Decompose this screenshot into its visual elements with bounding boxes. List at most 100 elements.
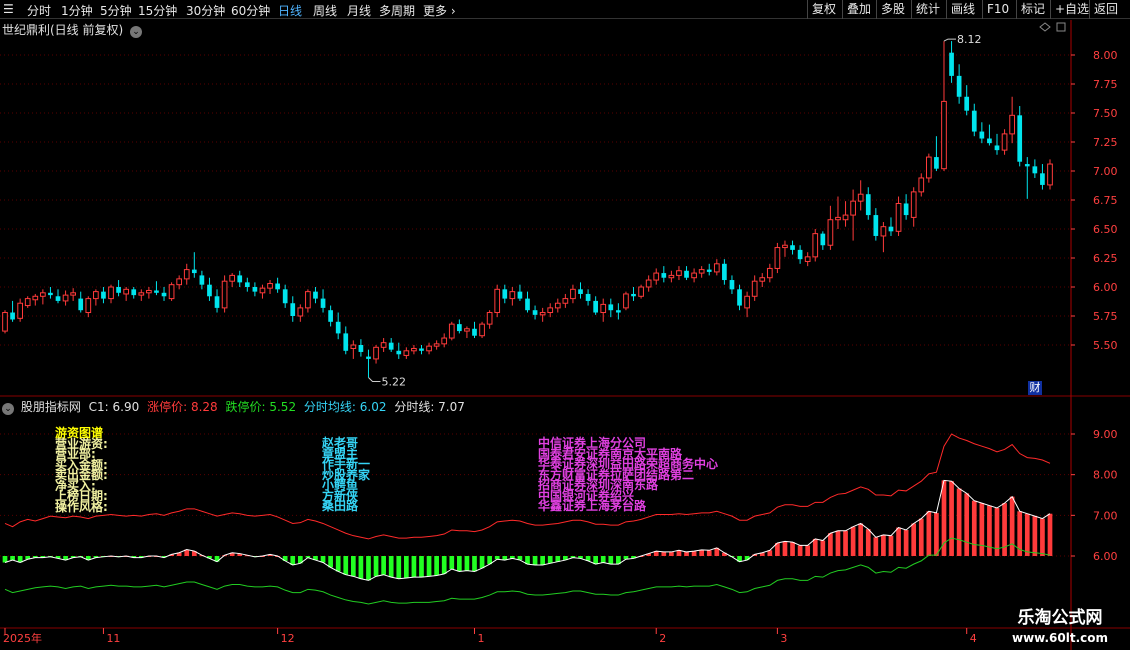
indicator-bar-48 bbox=[366, 556, 371, 581]
candle-body-60 bbox=[457, 324, 462, 332]
candle-body-127 bbox=[964, 96, 970, 111]
candle-body-35 bbox=[267, 283, 273, 289]
candle-body-134 bbox=[1017, 115, 1023, 162]
candle-body-56 bbox=[426, 345, 432, 352]
indicator-bar-129 bbox=[979, 503, 985, 556]
candle-body-102 bbox=[774, 247, 781, 269]
candle-body-104 bbox=[790, 245, 795, 250]
indicator-bar-133 bbox=[1009, 496, 1015, 556]
indicator-bar-113 bbox=[858, 523, 864, 556]
indicator-bar-93 bbox=[706, 550, 712, 556]
candle-body-39 bbox=[297, 307, 304, 317]
ind-tick-label-3: 9.00 bbox=[1093, 428, 1118, 441]
candle-body-0 bbox=[2, 312, 8, 332]
candle-body-74 bbox=[562, 298, 569, 304]
candle-body-76 bbox=[578, 289, 583, 294]
main-tick-label-4: 6.50 bbox=[1093, 223, 1118, 236]
candle-body-110 bbox=[835, 216, 841, 221]
ind-tick-label-0: 6.00 bbox=[1093, 550, 1118, 563]
candle-body-45 bbox=[343, 333, 349, 351]
candle-body-6 bbox=[48, 292, 53, 296]
candle-body-131 bbox=[994, 145, 1000, 151]
candle-body-4 bbox=[32, 295, 39, 301]
candle-body-97 bbox=[737, 289, 742, 306]
indicator-bar-90 bbox=[684, 551, 689, 556]
main-tick-label-10: 8.00 bbox=[1093, 49, 1118, 62]
indicator-bar-116 bbox=[881, 534, 886, 556]
candle-body-78 bbox=[593, 300, 598, 313]
annotation-pointer-0 bbox=[943, 38, 956, 42]
candle-body-93 bbox=[706, 269, 712, 272]
candle-body-77 bbox=[585, 293, 591, 301]
candle-body-2 bbox=[17, 302, 23, 319]
candle-body-106 bbox=[804, 256, 811, 262]
main-tick-label-7: 7.25 bbox=[1093, 136, 1118, 149]
candle-body-87 bbox=[661, 273, 667, 278]
candle-body-23 bbox=[176, 278, 183, 286]
limit-up-line bbox=[4, 433, 1051, 540]
candle-body-73 bbox=[554, 302, 561, 309]
indicator-bar-92 bbox=[699, 549, 705, 556]
candle-body-89 bbox=[676, 270, 682, 276]
candle-body-52 bbox=[396, 350, 402, 355]
indicator-bar-117 bbox=[888, 535, 894, 556]
candle-body-100 bbox=[759, 277, 766, 282]
annotation-label-1: 5.22 bbox=[381, 375, 406, 388]
candle-body-96 bbox=[729, 280, 735, 290]
candle-body-128 bbox=[971, 110, 977, 132]
indicator-bar-111 bbox=[843, 530, 848, 556]
candle-body-16 bbox=[123, 288, 130, 295]
indicator-bar-108 bbox=[820, 540, 826, 556]
indicator-bar-50 bbox=[381, 556, 386, 575]
candle-body-47 bbox=[358, 345, 364, 352]
candle-body-9 bbox=[70, 292, 76, 296]
candle-body-71 bbox=[539, 312, 546, 316]
candle-body-124 bbox=[941, 100, 947, 170]
indicator-bar-1 bbox=[10, 556, 15, 561]
indicator-bar-70 bbox=[532, 556, 538, 565]
xaxis-label-4: 2 bbox=[659, 632, 666, 645]
candle-body-40 bbox=[305, 291, 311, 309]
candle-body-31 bbox=[237, 275, 243, 283]
candle-body-137 bbox=[1040, 173, 1045, 185]
watermark-logo: 乐淘公式网 www.60lt.com bbox=[990, 606, 1130, 650]
indicator-bar-72 bbox=[547, 556, 553, 564]
candle-body-44 bbox=[335, 321, 341, 334]
finance-badge[interactable]: 财 bbox=[1028, 381, 1042, 395]
candle-body-118 bbox=[895, 202, 902, 232]
candle-body-117 bbox=[888, 226, 894, 232]
candle-body-88 bbox=[668, 274, 675, 279]
candle-body-129 bbox=[979, 131, 985, 139]
candle-body-7 bbox=[55, 296, 61, 301]
candle-body-83 bbox=[631, 293, 636, 297]
candle-body-50 bbox=[380, 342, 387, 348]
candle-body-38 bbox=[290, 303, 296, 316]
indicator-bar-51 bbox=[388, 556, 394, 578]
candle-body-81 bbox=[616, 310, 621, 313]
watermark-url: www.60lt.com bbox=[1011, 631, 1109, 645]
candle-body-113 bbox=[857, 193, 864, 202]
candle-body-29 bbox=[221, 280, 228, 309]
chart-canvas: 5.50 5.75 6.00 6.25 6.50 6.75 7.00 7.25 7.50 7.75… bbox=[0, 20, 1130, 650]
candle-body-108 bbox=[820, 233, 826, 246]
indicator-bar-136 bbox=[1032, 516, 1038, 556]
indicator-bar-58 bbox=[441, 556, 447, 574]
candle-body-84 bbox=[638, 286, 644, 297]
candle-body-92 bbox=[698, 269, 705, 274]
indicator-bar-45 bbox=[343, 556, 349, 575]
candle-body-107 bbox=[812, 233, 819, 258]
indicator-bar-57 bbox=[434, 556, 439, 576]
candle-body-98 bbox=[744, 295, 750, 309]
candle-body-48 bbox=[366, 356, 371, 359]
indicator-bar-52 bbox=[396, 556, 402, 579]
indicator-bar-62 bbox=[472, 556, 477, 572]
candle-body-91 bbox=[691, 272, 697, 279]
candle-body-86 bbox=[653, 272, 660, 281]
candle-body-17 bbox=[131, 289, 137, 296]
indicator-bar-56 bbox=[426, 556, 432, 577]
xaxis-label-1: 11 bbox=[106, 632, 120, 645]
candle-body-132 bbox=[1001, 133, 1008, 151]
candle-body-105 bbox=[797, 249, 803, 260]
candle-body-15 bbox=[116, 287, 121, 293]
candle-body-49 bbox=[373, 346, 379, 360]
